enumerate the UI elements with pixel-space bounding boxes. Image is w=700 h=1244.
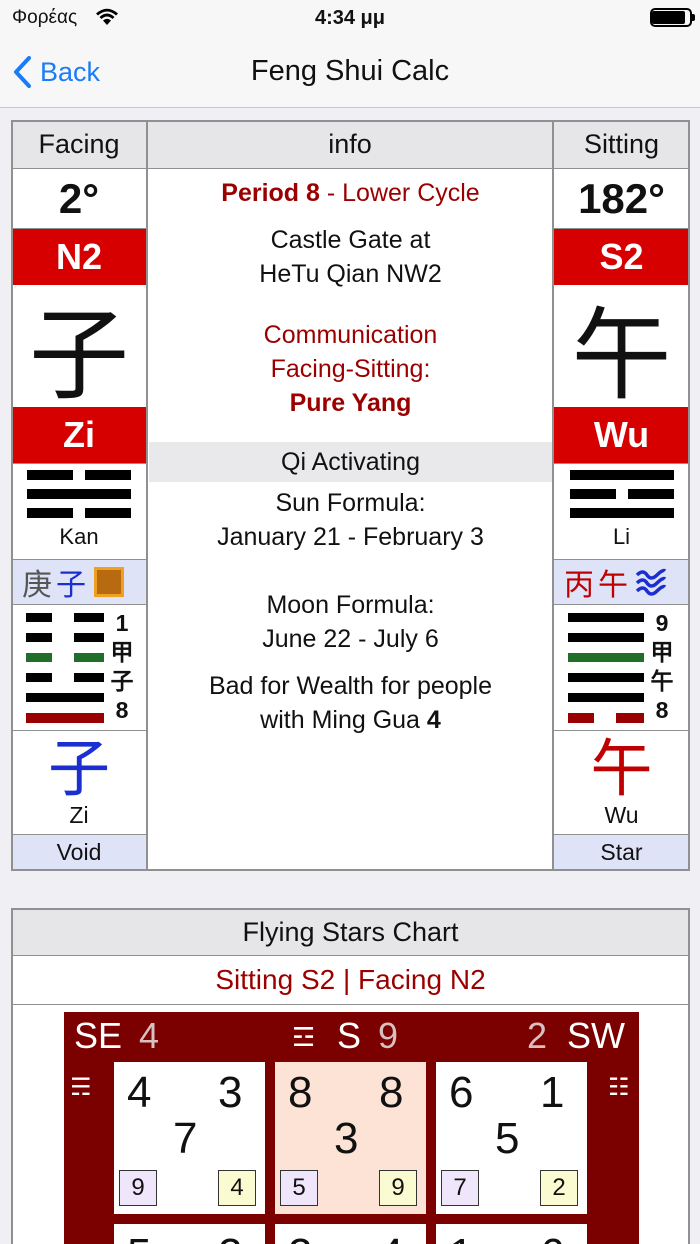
star-cell-sw[interactable]: 6 1 5 7 2	[436, 1062, 587, 1214]
li-symbol-icon: ☲	[292, 1022, 316, 1052]
facing-stem-2: 子	[56, 568, 86, 603]
facing-trigram-name: Kan	[59, 524, 99, 549]
facing-hexagram: 1 甲 子 8	[12, 605, 146, 730]
facing-bottom-name: Zi	[69, 802, 89, 828]
flying-stars-subtitle: Sitting S2 | Facing N2	[215, 964, 486, 995]
facing-stem-1: 庚	[22, 568, 52, 603]
facing-stems: 庚 子	[12, 560, 146, 604]
moon-formula: Moon Formula: June 22 - July 6	[262, 591, 439, 653]
sitting-bottom-char: 午	[590, 732, 653, 805]
communication-value: Pure Yang	[289, 389, 412, 417]
facing-bottom-char: 子	[47, 732, 110, 805]
facing-character: 子	[12, 286, 146, 414]
facing-degrees: 2°	[12, 169, 146, 228]
star-cell-center[interactable]: 2 4	[275, 1224, 426, 1244]
sitting-footer: Star	[554, 835, 689, 870]
se-number: 4	[139, 1015, 160, 1056]
period-cycle: - Lower Cycle	[319, 179, 480, 207]
star-cell-se[interactable]: 4 3 7 9 4	[114, 1062, 265, 1214]
sw-number: 2	[527, 1015, 548, 1056]
sw-label: SW	[567, 1015, 625, 1056]
page-title: Feng Shui Calc	[250, 55, 450, 87]
star-cell-e[interactable]: 5 2	[114, 1224, 265, 1244]
sitting-trigram-name: Li	[612, 524, 631, 549]
period-line: Period 8 - Lower Cycle	[149, 176, 552, 210]
sitting-hex-labels: 9 甲 午 8	[650, 610, 674, 723]
element-square-icon	[94, 567, 124, 597]
qi-activating-header: Qi Activating	[149, 442, 552, 482]
li-trigram-icon	[569, 470, 674, 518]
sitting-bottom-name: Wu	[604, 802, 639, 828]
sitting-trigram: Li	[554, 464, 689, 559]
period-number: Period 8	[221, 179, 320, 207]
sitting-stem-2: 午	[598, 568, 628, 603]
sitting-stem-1: 丙	[564, 568, 594, 603]
status-time: 4:34 μμ	[314, 7, 386, 29]
facing-trigram: Kan	[12, 464, 146, 559]
s-label: S	[337, 1015, 362, 1056]
sitting-bottom: 午 Wu	[554, 731, 689, 834]
sitting-name: Wu	[554, 407, 689, 463]
sitting-stems: 丙 午	[554, 560, 689, 604]
se-label: SE	[74, 1015, 123, 1056]
wealth-info: Bad for Wealth for people with Ming Gua …	[208, 672, 493, 734]
communication-info: Communication Facing-Sitting: Pure Yang	[149, 318, 552, 420]
info-header: info	[148, 121, 552, 168]
facing-name: Zi	[12, 407, 146, 463]
facing-bottom: 子 Zi	[12, 731, 146, 834]
sitting-header: Sitting	[554, 121, 689, 168]
kan-trigram-icon	[27, 470, 131, 518]
sitting-character: 午	[554, 286, 689, 414]
s-number: 9	[378, 1015, 399, 1056]
star-cell-s[interactable]: 8 8 3 5 9	[275, 1062, 426, 1214]
flying-stars-header: Flying Stars Chart	[13, 910, 688, 955]
sitting-hexagram: 9 甲 午 8	[554, 605, 689, 730]
castle-gate: Castle Gate at HeTu Qian NW2	[259, 226, 442, 288]
water-waves-icon	[635, 568, 667, 596]
star-cell-w[interactable]: 1 6	[436, 1224, 587, 1244]
facing-hex-labels: 1 甲 子 8	[110, 610, 134, 723]
sitting-degrees: 182°	[554, 169, 689, 228]
xun-symbol-icon: ☴	[70, 1074, 92, 1101]
facing-header: Facing	[12, 121, 146, 168]
sun-formula: Sun Formula: January 21 - February 3	[217, 489, 484, 551]
facing-footer: Void	[12, 835, 146, 870]
kun-symbol-icon: ☷	[608, 1074, 630, 1101]
